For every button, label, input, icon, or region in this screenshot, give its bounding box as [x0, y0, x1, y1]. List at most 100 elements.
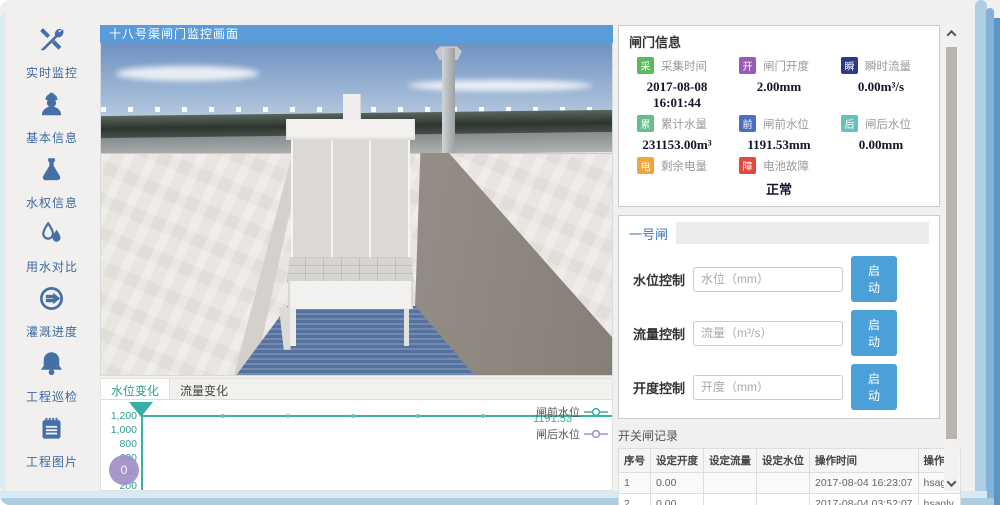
sidebar-item-label: 工程巡检	[26, 388, 78, 405]
data-point	[221, 414, 225, 418]
sidebar-item-water-usage-compare[interactable]: 用水对比	[26, 220, 78, 275]
table-row: 20.002017-08-04 03:52:07hsagly	[619, 494, 961, 505]
table-header-row: 序号 设定开度 设定流量 设定水位 操作时间 操作人	[619, 449, 961, 473]
field-badge: 障	[739, 157, 756, 174]
data-point	[351, 414, 355, 418]
water-level-input[interactable]	[693, 267, 843, 292]
sidebar-item-label: 水权信息	[26, 194, 78, 211]
field-badge: 电	[637, 157, 654, 174]
scene-panel: 十八号渠闸门监控画面	[100, 25, 613, 376]
gate-hoist-block	[343, 94, 361, 121]
flow-input[interactable]	[693, 321, 843, 346]
gate-info-title: 闸门信息	[629, 32, 929, 51]
control-row-water-level: 水位控制 启动	[633, 256, 925, 302]
downstream-value-bubble: 0	[109, 455, 139, 485]
field-value: 1191.53mm	[731, 137, 827, 153]
tab-water-level-change[interactable]: 水位变化	[101, 379, 170, 399]
opening-input[interactable]	[693, 375, 843, 400]
gate-info-item: 前闸前水位 1191.53mm	[731, 115, 827, 153]
start-flow-button[interactable]: 启动	[851, 310, 897, 356]
chevron-up-icon	[947, 29, 957, 39]
gate-info-item: 后闸后水位 0.00mm	[833, 115, 929, 153]
data-point	[481, 414, 485, 418]
records-title: 开关闸记录	[618, 427, 940, 444]
field-badge: 后	[841, 115, 858, 132]
sidebar-item-label: 用水对比	[26, 258, 78, 275]
field-badge: 瞬	[841, 57, 858, 74]
gate-tab-bar: 一号闸	[619, 216, 939, 248]
y-tick: 1,000	[103, 424, 137, 436]
chart-tabs: 水位变化 流量变化	[101, 379, 612, 400]
sidebar-item-label: 灌溉进度	[26, 323, 78, 340]
records-table: 序号 设定开度 设定流量 设定水位 操作时间 操作人 10.002017-08-…	[618, 448, 961, 505]
gate-apron	[288, 281, 413, 308]
axis-pointer-marker	[129, 402, 153, 417]
pole	[442, 48, 454, 153]
data-point	[286, 414, 290, 418]
field-value: 231153.00m³	[629, 137, 725, 153]
tab-strip	[676, 222, 929, 244]
gate-info-item: 电剩余电量	[629, 157, 725, 198]
gate-header-beam	[286, 119, 415, 140]
app-window: 实时监控 基本信息 水权信息 用水对比 灌溉进度 工程巡检 工程图片 十八号渠闸…	[0, 0, 1000, 505]
sidebar-item-realtime-monitor[interactable]: 实时监控	[26, 26, 78, 81]
sidebar-item-project-inspection[interactable]: 工程巡检	[26, 350, 78, 405]
water-level-chart-panel: 水位变化 流量变化 1,200 1,000 800 600 400 200 0 …	[100, 378, 613, 491]
y-axis-line	[141, 410, 143, 491]
flask-icon	[38, 156, 65, 188]
gate-control-panel: 一号闸 水位控制 启动 流量控制 启动 开度控制 启动	[618, 215, 940, 419]
field-badge: 开	[739, 57, 756, 74]
gate-leg	[404, 308, 410, 346]
field-value: 0.00m³/s	[833, 79, 929, 95]
frame-strip	[986, 8, 994, 502]
control-row-opening: 开度控制 启动	[633, 364, 925, 410]
sidebar-item-label: 基本信息	[26, 129, 78, 146]
sidebar-item-label: 实时监控	[26, 64, 78, 81]
cloud	[408, 80, 592, 92]
tools-icon	[38, 26, 65, 58]
progress-icon	[38, 285, 65, 317]
gate-info-item: 累累计水量 231153.00m³	[629, 115, 725, 153]
chart-legend: 闸前水位 闸后水位	[536, 404, 608, 441]
gate-info-grid: 采采集时间 2017-08-08 16:01:44 开闸门开度 2.00mm 瞬…	[629, 57, 929, 198]
table-row: 10.002017-08-04 16:23:07hsagly	[619, 473, 961, 494]
sidebar-item-label: 工程图片	[26, 453, 78, 470]
field-value: 正常	[731, 179, 827, 198]
bell-icon	[38, 350, 65, 382]
gate-leg	[290, 308, 296, 346]
frame-strip	[994, 18, 1000, 505]
field-value	[629, 179, 725, 194]
right-panel: 闸门信息 采采集时间 2017-08-08 16:01:44 开闸门开度 2.0…	[618, 25, 940, 505]
legend-item-upstream[interactable]: 闸前水位	[536, 404, 608, 419]
field-badge: 前	[739, 115, 756, 132]
sidebar-item-project-photos[interactable]: 工程图片	[26, 415, 78, 470]
scene-3d-view[interactable]	[100, 43, 613, 376]
gate-panel-divider	[369, 140, 371, 259]
scrollbar-up-button[interactable]	[944, 25, 959, 41]
sidebar-item-basic-info[interactable]: 基本信息	[26, 91, 78, 146]
field-value: 2.00mm	[731, 79, 827, 95]
gate-panel-divider	[331, 140, 333, 259]
sidebar-item-irrigation-progress[interactable]: 灌溉进度	[26, 285, 78, 340]
gate-info-item: 障电池故障 正常	[731, 157, 827, 198]
gate-info-panel: 闸门信息 采采集时间 2017-08-08 16:01:44 开闸门开度 2.0…	[618, 25, 940, 207]
scrollbar-thumb[interactable]	[946, 47, 957, 439]
tab-flow-change[interactable]: 流量变化	[170, 379, 238, 399]
gate-info-item: 采采集时间 2017-08-08 16:01:44	[629, 57, 725, 111]
chart-plot-area: 1,200 1,000 800 600 400 200 0 1191.53 闸前…	[101, 400, 612, 491]
start-water-level-button[interactable]: 启动	[851, 256, 897, 302]
control-row-flow: 流量控制 启动	[633, 310, 925, 356]
field-badge: 采	[637, 57, 654, 74]
start-opening-button[interactable]: 启动	[851, 364, 897, 410]
sidebar-item-water-rights[interactable]: 水权信息	[26, 156, 78, 211]
field-badge: 累	[637, 115, 654, 132]
y-tick: 800	[103, 438, 137, 450]
water-drops-icon	[38, 220, 65, 252]
field-value: 2017-08-08 16:01:44	[629, 79, 725, 111]
legend-item-downstream[interactable]: 闸后水位	[536, 426, 608, 441]
tab-gate-1[interactable]: 一号闸	[629, 224, 668, 243]
field-value: 0.00mm	[833, 137, 929, 153]
vertical-scrollbar[interactable]	[944, 25, 959, 491]
gate-info-item: 开闸门开度 2.00mm	[731, 57, 827, 111]
scrollbar-down-button[interactable]	[944, 475, 959, 491]
